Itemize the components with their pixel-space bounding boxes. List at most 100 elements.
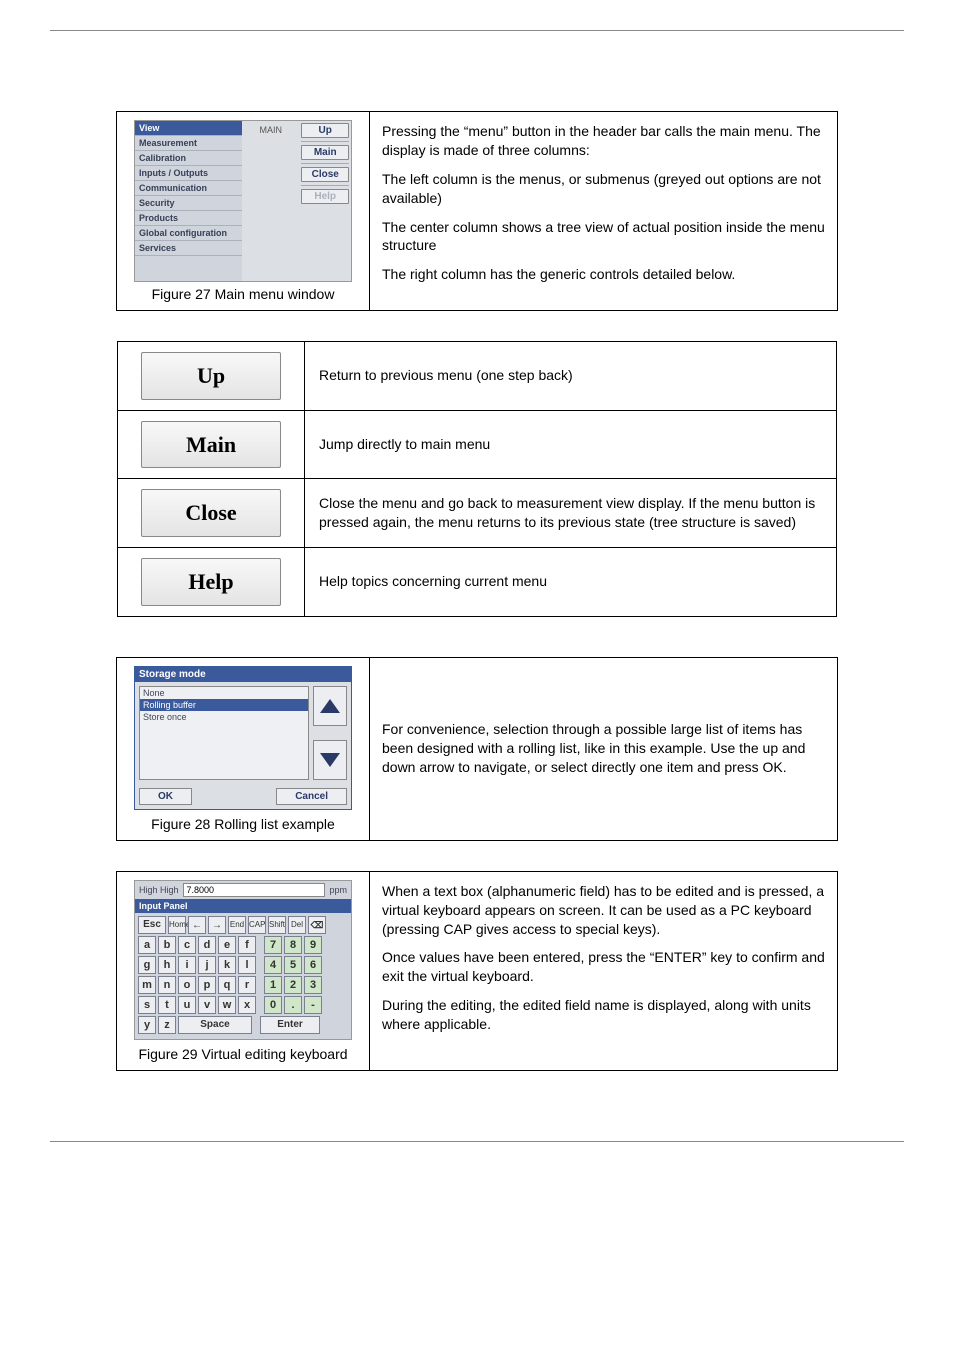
ok-button: OK	[139, 788, 192, 805]
menu-close-button: Close	[301, 167, 349, 182]
figure-27-caption: Figure 27 Main menu window	[152, 286, 335, 302]
key-esc: Esc	[138, 916, 166, 934]
main-button-image: Main	[141, 421, 281, 469]
key: c	[178, 936, 196, 954]
key: i	[178, 956, 196, 974]
figure-27-text: Pressing the “menu” button in the header…	[370, 112, 837, 310]
figure-27-image-cell: View Measurement Calibration Inputs / Ou…	[117, 112, 370, 310]
menu-item: Products	[135, 211, 242, 226]
key: y	[138, 1016, 156, 1034]
menu-center-column: MAIN	[242, 121, 299, 281]
paragraph: Pressing the “menu” button in the header…	[382, 122, 825, 160]
list-item: None	[140, 687, 308, 699]
paragraph: Once values have been entered, press the…	[382, 948, 825, 986]
key: 3	[304, 976, 322, 994]
main-button-desc: Jump directly to main menu	[305, 410, 837, 479]
key-backspace	[308, 916, 326, 934]
cancel-button: Cancel	[276, 788, 347, 805]
key: m	[138, 976, 156, 994]
key: z	[158, 1016, 176, 1034]
key-cap: CAP	[248, 916, 266, 934]
key: d	[198, 936, 216, 954]
kb-field-value: 7.8000	[183, 883, 326, 897]
menu-item: Security	[135, 196, 242, 211]
kb-unit: ppm	[329, 885, 347, 895]
figure-29-caption: Figure 29 Virtual editing keyboard	[138, 1046, 347, 1062]
key: k	[218, 956, 236, 974]
kb-field-label: High High	[139, 885, 179, 895]
key: x	[238, 996, 256, 1014]
help-button-image: Help	[141, 558, 281, 606]
arrow-down-button	[313, 740, 347, 780]
key: g	[138, 956, 156, 974]
key: n	[158, 976, 176, 994]
key: u	[178, 996, 196, 1014]
menu-item: View	[135, 121, 242, 136]
key-shift: Shift	[268, 916, 286, 934]
paragraph: When a text box (alphanumeric field) has…	[382, 882, 825, 939]
controls-table: Up Return to previous menu (one step bac…	[117, 341, 837, 617]
help-button-desc: Help topics concerning current menu	[305, 548, 837, 617]
list-item: Store once	[140, 711, 308, 723]
key: -	[304, 996, 322, 1014]
triangle-up-icon	[320, 699, 340, 713]
paragraph: The center column shows a tree view of a…	[382, 218, 825, 256]
close-button-desc: Close the menu and go back to measuremen…	[305, 479, 837, 548]
menu-item: Calibration	[135, 151, 242, 166]
key: v	[198, 996, 216, 1014]
key-left-arrow	[188, 916, 206, 934]
key-home: Home	[168, 916, 186, 934]
paragraph: The right column has the generic control…	[382, 265, 825, 284]
figure-28-caption: Figure 28 Rolling list example	[151, 816, 335, 832]
menu-item: Global configuration	[135, 226, 242, 241]
virtual-keyboard-screenshot: High High 7.8000 ppm Input Panel Esc Hom…	[134, 880, 352, 1040]
menu-item: Services	[135, 241, 242, 256]
key: 5	[284, 956, 302, 974]
key: 2	[284, 976, 302, 994]
figure-28-image-cell: Storage mode None Rolling buffer Store o…	[117, 658, 370, 840]
key: l	[238, 956, 256, 974]
key-del: Del	[288, 916, 306, 934]
key: b	[158, 936, 176, 954]
key: 4	[264, 956, 282, 974]
menu-item: Inputs / Outputs	[135, 166, 242, 181]
figure-28-block: Storage mode None Rolling buffer Store o…	[116, 657, 838, 841]
key: 9	[304, 936, 322, 954]
paragraph: The left column is the menus, or submenu…	[382, 170, 825, 208]
key-enter: Enter	[260, 1016, 320, 1034]
rolling-list-title: Storage mode	[135, 667, 351, 682]
rolling-list-screenshot: Storage mode None Rolling buffer Store o…	[134, 666, 352, 810]
triangle-down-icon	[320, 753, 340, 767]
main-menu-screenshot: View Measurement Calibration Inputs / Ou…	[134, 120, 352, 282]
key: q	[218, 976, 236, 994]
figure-29-block: High High 7.8000 ppm Input Panel Esc Hom…	[116, 871, 838, 1071]
arrow-up-button	[313, 686, 347, 726]
key: t	[158, 996, 176, 1014]
close-button-image: Close	[141, 489, 281, 537]
key: 0	[264, 996, 282, 1014]
rolling-list: None Rolling buffer Store once	[139, 686, 309, 780]
key: 7	[264, 936, 282, 954]
menu-help-button: Help	[301, 189, 349, 204]
key: e	[218, 936, 236, 954]
key: o	[178, 976, 196, 994]
key: r	[238, 976, 256, 994]
key: p	[198, 976, 216, 994]
key: a	[138, 936, 156, 954]
paragraph: For convenience, selection through a pos…	[382, 720, 825, 777]
list-item: Rolling buffer	[140, 699, 308, 711]
kb-panel-label: Input Panel	[135, 899, 351, 913]
key-space: Space	[178, 1016, 252, 1034]
key: 1	[264, 976, 282, 994]
key: w	[218, 996, 236, 1014]
key: f	[238, 936, 256, 954]
figure-28-text: For convenience, selection through a pos…	[370, 658, 837, 840]
figure-29-image-cell: High High 7.8000 ppm Input Panel Esc Hom…	[117, 872, 370, 1070]
up-button-image: Up	[141, 352, 281, 400]
key: 6	[304, 956, 322, 974]
key: 8	[284, 936, 302, 954]
key-right-arrow	[208, 916, 226, 934]
menu-item: Communication	[135, 181, 242, 196]
menu-main-button: Main	[301, 145, 349, 160]
figure-29-text: When a text box (alphanumeric field) has…	[370, 872, 837, 1070]
